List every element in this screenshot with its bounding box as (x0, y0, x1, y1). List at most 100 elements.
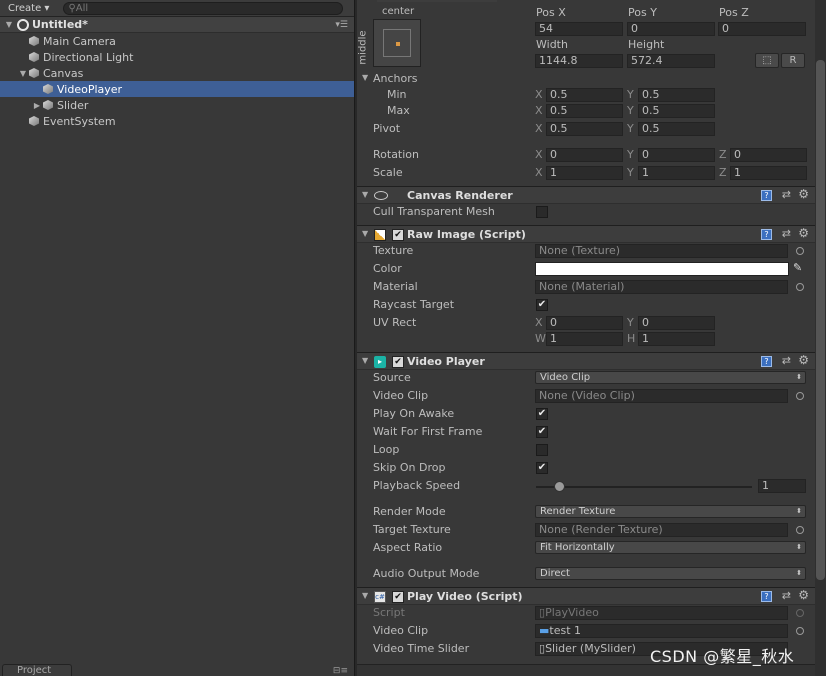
width-field[interactable]: 1144.8 (535, 54, 623, 68)
rotation-y-field[interactable]: 0 (638, 148, 715, 162)
playback-speed-handle[interactable] (554, 481, 565, 492)
video-clip-field[interactable]: None (Video Clip) (535, 389, 788, 403)
expand-arrow-icon[interactable]: ▼ (4, 20, 14, 29)
uv-x-field[interactable]: 0 (546, 316, 623, 330)
fold-icon[interactable]: ▼ (362, 591, 368, 600)
render-mode-dropdown[interactable]: Render Texture ⬍ (535, 505, 806, 518)
tree-item-directional-light[interactable]: Directional Light (0, 49, 354, 65)
preset-icon[interactable]: ⇄ (782, 227, 791, 240)
fold-icon[interactable]: ▼ (362, 229, 368, 238)
help-icon[interactable]: ? (761, 190, 772, 201)
pivot-x-field[interactable]: 0.5 (546, 122, 623, 136)
tree-item-eventsystem[interactable]: EventSystem (0, 113, 354, 129)
rotation-x-field[interactable]: 0 (546, 148, 623, 162)
object-picker-icon[interactable] (796, 283, 804, 291)
play-on-awake-checkbox[interactable]: ✔ (536, 408, 548, 420)
scrollbar-thumb[interactable] (816, 60, 825, 580)
uv-h-field[interactable]: 1 (638, 332, 715, 346)
gear-icon[interactable]: ⚙ (798, 226, 809, 240)
hierarchy-panel: Create ▾ ⚲All ▼ Untitled* ▾☰ Main Camera… (0, 0, 355, 676)
material-field[interactable]: None (Material) (535, 280, 788, 294)
raw-edit-button[interactable]: R (781, 53, 805, 68)
loop-checkbox[interactable] (536, 444, 548, 456)
rotation-z-field[interactable]: 0 (730, 148, 807, 162)
pivot-y-field[interactable]: 0.5 (638, 122, 715, 136)
texture-field[interactable]: None (Texture) (535, 244, 788, 258)
help-icon[interactable]: ? (761, 591, 772, 602)
fold-icon[interactable]: ▼ (362, 356, 368, 365)
playback-speed-track[interactable] (536, 486, 752, 488)
raw-image-header[interactable]: ▼ ✔ Raw Image (Script) ? ⇄ ⚙ (357, 225, 815, 243)
pos-y-field[interactable]: 0 (627, 22, 715, 36)
fold-icon[interactable]: ▼ (362, 190, 368, 199)
project-tab[interactable]: Project (2, 664, 72, 676)
pv-video-clip-value: test 1 (549, 624, 582, 637)
axis-x-label: X (535, 166, 543, 179)
collapse-arrow-icon[interactable]: ▶ (32, 101, 42, 110)
height-field[interactable]: 572.4 (627, 54, 715, 68)
gear-icon[interactable]: ⚙ (798, 588, 809, 602)
scale-y-field[interactable]: 1 (638, 166, 715, 180)
anchor-min-x-field[interactable]: 0.5 (546, 88, 623, 102)
axis-x-label: X (535, 122, 543, 135)
scale-x-field[interactable]: 1 (546, 166, 623, 180)
tree-item-label: Directional Light (43, 50, 134, 64)
enabled-checkbox[interactable]: ✔ (392, 591, 404, 603)
raw-image-icon (374, 229, 386, 241)
scene-menu-icon[interactable]: ▾☰ (335, 20, 348, 30)
anchor-max-y-field[interactable]: 0.5 (638, 104, 715, 118)
uv-w-field[interactable]: 1 (546, 332, 623, 346)
gear-icon[interactable]: ⚙ (798, 187, 809, 201)
enabled-checkbox[interactable]: ✔ (392, 356, 404, 368)
play-video-header[interactable]: ▼ c# ✔ Play Video (Script) ? ⇄ ⚙ (357, 587, 815, 605)
anchor-max-x-field[interactable]: 0.5 (546, 104, 623, 118)
pv-video-clip-field[interactable]: ▬test 1 (535, 624, 788, 638)
hierarchy-search-input[interactable]: ⚲All (63, 1, 344, 15)
wait-first-frame-checkbox[interactable]: ✔ (536, 426, 548, 438)
gameobject-icon (28, 67, 40, 79)
blueprint-mode-button[interactable]: ⬚ (755, 53, 779, 68)
object-picker-icon[interactable] (796, 247, 804, 255)
audio-output-dropdown[interactable]: Direct ⬍ (535, 567, 806, 580)
script-value: PlayVideo (545, 606, 599, 619)
inspector-scrollbar[interactable] (815, 0, 826, 676)
pivot-label: Pivot (373, 122, 401, 135)
gear-icon[interactable]: ⚙ (798, 353, 809, 367)
axis-x-label: X (535, 104, 543, 117)
preset-icon[interactable]: ⇄ (782, 188, 791, 201)
anchors-fold-icon[interactable]: ▼ (362, 73, 368, 82)
create-button[interactable]: Create ▾ (4, 1, 53, 16)
video-player-header[interactable]: ▼ ▸ ✔ Video Player ? ⇄ ⚙ (357, 352, 815, 370)
skip-on-drop-checkbox[interactable]: ✔ (536, 462, 548, 474)
tree-item-canvas[interactable]: ▼ Canvas (0, 65, 354, 81)
canvas-renderer-header[interactable]: ▼ Canvas Renderer ? ⇄ ⚙ (357, 186, 815, 204)
tree-item-videoplayer[interactable]: VideoPlayer (0, 81, 354, 97)
anchor-min-y-field[interactable]: 0.5 (638, 88, 715, 102)
cull-transparent-checkbox[interactable] (536, 206, 548, 218)
expand-arrow-icon[interactable]: ▼ (18, 69, 28, 78)
aspect-ratio-dropdown[interactable]: Fit Horizontally ⬍ (535, 541, 806, 554)
object-picker-icon[interactable] (796, 627, 804, 635)
help-icon[interactable]: ? (761, 356, 772, 367)
scene-row[interactable]: ▼ Untitled* ▾☰ (0, 17, 354, 33)
playback-speed-field[interactable]: 1 (758, 479, 806, 493)
raycast-target-checkbox[interactable]: ✔ (536, 299, 548, 311)
help-icon[interactable]: ? (761, 229, 772, 240)
object-picker-icon[interactable] (796, 526, 804, 534)
tree-item-main-camera[interactable]: Main Camera (0, 33, 354, 49)
uv-y-field[interactable]: 0 (638, 316, 715, 330)
color-swatch[interactable] (535, 262, 789, 276)
source-dropdown[interactable]: Video Clip ⬍ (535, 371, 806, 384)
preset-icon[interactable]: ⇄ (782, 354, 791, 367)
preset-icon[interactable]: ⇄ (782, 589, 791, 602)
pos-x-field[interactable]: 54 (535, 22, 623, 36)
anchor-preset-button[interactable] (373, 19, 421, 67)
tree-item-slider[interactable]: ▶ Slider (0, 97, 354, 113)
scale-z-field[interactable]: 1 (730, 166, 807, 180)
target-texture-field[interactable]: None (Render Texture) (535, 523, 788, 537)
enabled-checkbox[interactable]: ✔ (392, 229, 404, 241)
eyedropper-icon[interactable]: ✎ (793, 261, 802, 274)
panel-menu-icon[interactable]: ⊟≡ (333, 666, 348, 676)
pos-z-field[interactable]: 0 (718, 22, 806, 36)
object-picker-icon[interactable] (796, 392, 804, 400)
